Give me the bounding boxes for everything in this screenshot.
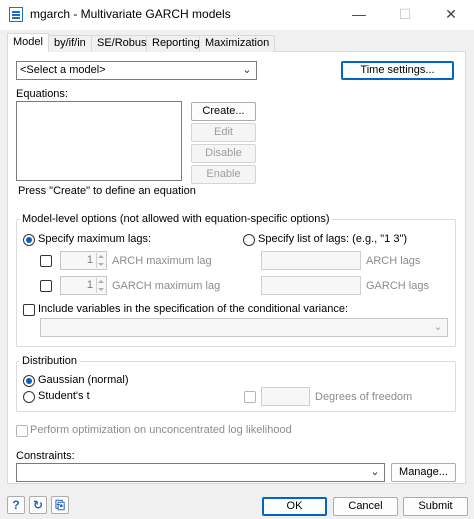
garch-max-lag-value: 1 — [86, 279, 93, 291]
arch-max-lag-checkbox[interactable] — [40, 255, 52, 267]
chevron-down-icon: ⌄ — [242, 64, 252, 76]
max-lags-label[interactable]: Specify maximum lags: — [38, 233, 151, 245]
unconcentrated-label: Perform optimization on unconcentrated l… — [30, 424, 292, 436]
maximize-button[interactable]: ☐ — [382, 0, 428, 30]
submit-button[interactable]: Submit — [403, 497, 468, 516]
arch-max-lag-spinner[interactable]: 1 — [60, 251, 107, 270]
include-variables-checkbox[interactable] — [23, 304, 35, 316]
dof-checkbox[interactable] — [244, 391, 256, 403]
distribution-label: Distribution — [20, 355, 80, 367]
garch-max-lag-spinner[interactable]: 1 — [60, 276, 107, 295]
enable-button[interactable]: Enable — [191, 165, 256, 184]
create-button[interactable]: Create... — [191, 102, 256, 121]
equations-label: Equations: — [16, 88, 68, 100]
edit-button[interactable]: Edit — [191, 123, 256, 142]
model-select-value: <Select a model> — [20, 64, 106, 76]
garch-lags-label: GARCH lags — [366, 280, 429, 292]
tab-maximization[interactable]: Maximization — [199, 35, 276, 52]
garch-max-lag-label: GARCH maximum lag — [112, 280, 221, 292]
arch-lags-input[interactable] — [261, 251, 361, 270]
list-lags-radio[interactable] — [243, 234, 255, 246]
manage-button[interactable]: Manage... — [391, 463, 456, 482]
cancel-button[interactable]: Cancel — [333, 497, 398, 516]
gaussian-radio[interactable] — [23, 375, 35, 387]
ok-button[interactable]: OK — [262, 497, 327, 516]
spinner-arrows-icon[interactable] — [96, 278, 105, 293]
arch-max-lag-value: 1 — [86, 254, 93, 266]
equations-listbox[interactable] — [16, 101, 182, 181]
tab-by-if-in[interactable]: by/if/in — [48, 35, 92, 52]
model-select[interactable]: <Select a model> ⌄ — [16, 61, 257, 80]
garch-lags-input[interactable] — [261, 276, 361, 295]
chevron-down-icon: ⌄ — [433, 321, 443, 333]
model-level-options-label: Model-level options (not allowed with eq… — [20, 213, 332, 225]
minimize-button[interactable]: — — [336, 0, 382, 30]
help-icon[interactable]: ? — [7, 496, 25, 514]
max-lags-radio[interactable] — [23, 234, 35, 246]
spinner-arrows-icon[interactable] — [96, 253, 105, 268]
disable-button[interactable]: Disable — [191, 144, 256, 163]
include-variables-label[interactable]: Include variables in the specification o… — [38, 303, 348, 315]
constraints-label: Constraints: — [16, 450, 75, 462]
reset-icon[interactable]: ↻ — [29, 496, 47, 514]
constraints-combo[interactable]: ⌄ — [16, 463, 385, 482]
tab-reporting[interactable]: Reporting — [146, 35, 206, 52]
arch-max-lag-label: ARCH maximum lag — [112, 255, 212, 267]
arch-lags-label: ARCH lags — [366, 255, 421, 267]
variance-variables-combo[interactable]: ⌄ — [40, 318, 448, 337]
dof-input[interactable] — [261, 387, 310, 406]
students-t-label[interactable]: Student's t — [38, 390, 90, 402]
title-bar[interactable]: mgarch - Multivariate GARCH models — ☐ ✕ — [0, 0, 474, 30]
copy-command-icon[interactable]: ⎘ — [51, 496, 69, 514]
window-title: mgarch - Multivariate GARCH models — [30, 7, 231, 21]
time-settings-button[interactable]: Time settings... — [341, 61, 454, 80]
close-button[interactable]: ✕ — [428, 0, 474, 30]
tab-model[interactable]: Model — [7, 33, 49, 52]
app-icon — [9, 7, 23, 22]
students-t-radio[interactable] — [23, 391, 35, 403]
dof-label: Degrees of freedom — [315, 391, 413, 403]
gaussian-label[interactable]: Gaussian (normal) — [38, 374, 128, 386]
unconcentrated-checkbox[interactable] — [16, 425, 28, 437]
equations-hint: Press "Create" to define an equation — [18, 185, 196, 197]
list-lags-label[interactable]: Specify list of lags: (e.g., "1 3") — [258, 233, 407, 245]
chevron-down-icon: ⌄ — [370, 466, 380, 478]
garch-max-lag-checkbox[interactable] — [40, 280, 52, 292]
distribution-group — [16, 361, 456, 412]
